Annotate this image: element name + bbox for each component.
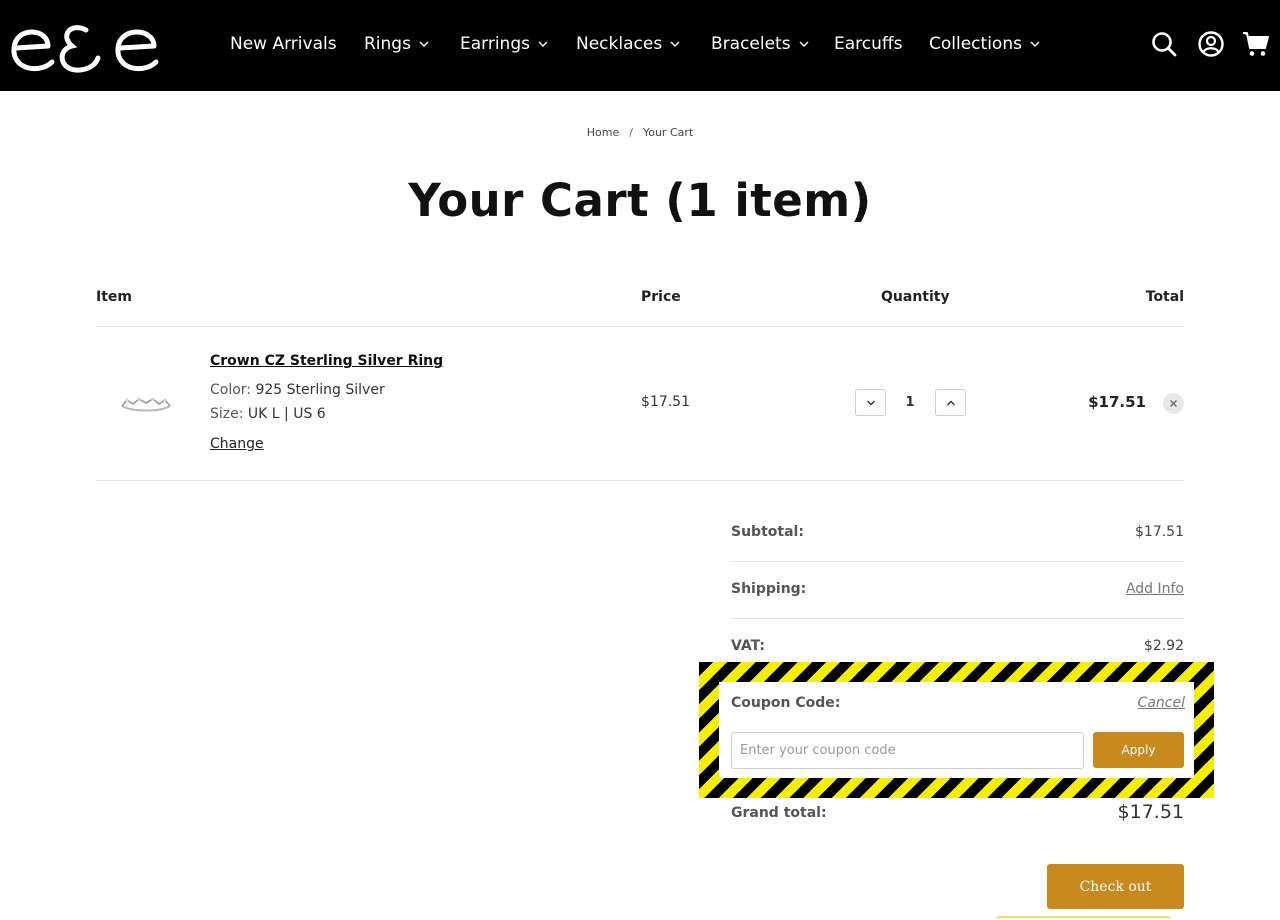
column-header-quantity: Quantity — [881, 289, 950, 305]
breadcrumb-home[interactable]: Home — [587, 126, 619, 139]
color-label: Color: — [210, 382, 252, 398]
divider — [96, 326, 1184, 327]
shipping-add-info-link[interactable]: Add Info — [1126, 581, 1184, 597]
coupon-cancel-link[interactable]: Cancel — [1138, 695, 1185, 711]
close-icon — [1170, 400, 1177, 407]
size-value: UK L | US 6 — [247, 406, 326, 422]
breadcrumb: Home / Your Cart — [0, 126, 1280, 139]
nav-earrings[interactable]: Earrings — [460, 34, 548, 54]
divider — [96, 480, 1184, 481]
breadcrumb-current: Your Cart — [642, 126, 694, 139]
account-icon[interactable] — [1197, 30, 1225, 58]
vat-label: VAT: — [731, 638, 766, 654]
breadcrumb-separator: / — [629, 126, 633, 139]
grand-total-label: Grand total: — [731, 805, 827, 821]
nav-label: Necklaces — [576, 34, 663, 54]
subtotal-value: $17.51 — [1135, 524, 1184, 540]
nav-necklaces[interactable]: Necklaces — [576, 34, 680, 54]
remove-item-button[interactable] — [1163, 393, 1184, 414]
line-total: $17.51 — [1088, 393, 1146, 411]
product-image[interactable] — [118, 388, 174, 418]
page-title: Your Cart (1 item) — [408, 174, 872, 227]
column-header-total: Total — [1145, 289, 1184, 305]
cart-icon[interactable] — [1242, 30, 1270, 58]
column-header-price: Price — [641, 289, 681, 305]
nav-label: Rings — [364, 34, 411, 54]
divider — [731, 618, 1184, 619]
brand-logo[interactable] — [8, 18, 160, 76]
alternate-checkout-button[interactable] — [996, 916, 1171, 920]
nav-label: Earrings — [460, 34, 530, 54]
nav-bracelets[interactable]: Bracelets — [711, 34, 809, 54]
item-price: $17.51 — [641, 394, 690, 410]
chevron-down-icon — [1030, 41, 1040, 47]
chevron-down-icon — [670, 41, 680, 47]
chevron-down-icon — [538, 41, 548, 47]
apply-coupon-button[interactable]: Apply — [1093, 732, 1184, 768]
search-icon[interactable] — [1150, 30, 1178, 58]
quantity-increase-button[interactable] — [935, 389, 966, 416]
subtotal-label: Subtotal: — [731, 524, 804, 540]
product-size: Size: UK L | US 6 — [210, 406, 326, 422]
product-color: Color: 925 Sterling Silver — [210, 382, 385, 398]
shipping-label: Shipping: — [731, 581, 807, 597]
chevron-down-icon — [799, 41, 809, 47]
nav-label: Bracelets — [711, 34, 791, 54]
chevron-down-icon — [419, 41, 429, 47]
nav-earcuffs[interactable]: Earcuffs — [834, 34, 902, 54]
chevron-down-icon — [866, 400, 875, 405]
nav-new-arrivals[interactable]: New Arrivals — [230, 34, 337, 54]
coupon-code-input[interactable] — [731, 732, 1084, 769]
coupon-section: Coupon Code: Cancel Apply — [719, 682, 1194, 778]
column-header-item: Item — [96, 289, 132, 305]
change-options-link[interactable]: Change — [210, 436, 264, 452]
quantity-decrease-button[interactable] — [855, 389, 886, 416]
nav-rings[interactable]: Rings — [364, 34, 429, 54]
nav-label: Collections — [929, 34, 1022, 54]
grand-total-value: $17.51 — [1117, 801, 1184, 823]
nav-label: New Arrivals — [230, 34, 337, 54]
chevron-up-icon — [946, 400, 955, 405]
color-value: 925 Sterling Silver — [255, 382, 385, 398]
quantity-value[interactable]: 1 — [890, 395, 930, 410]
product-name-link[interactable]: Crown CZ Sterling Silver Ring — [210, 353, 443, 369]
checkout-button[interactable]: Check out — [1047, 864, 1184, 909]
vat-value: $2.92 — [1143, 638, 1184, 654]
site-header: New Arrivals Rings Earrings Necklaces Br… — [0, 0, 1280, 91]
coupon-code-label: Coupon Code: — [731, 695, 841, 711]
nav-label: Earcuffs — [834, 34, 903, 54]
nav-collections[interactable]: Collections — [929, 34, 1040, 54]
coupon-highlight-frame: Coupon Code: Cancel Apply — [699, 662, 1214, 798]
size-label: Size: — [210, 406, 244, 422]
divider — [731, 561, 1184, 562]
